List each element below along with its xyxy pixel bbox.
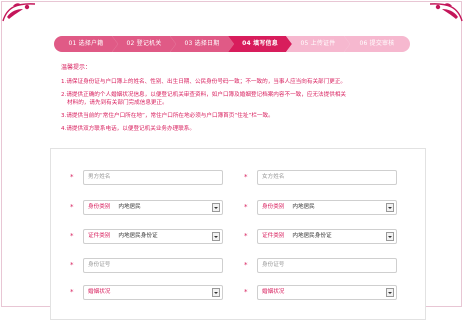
notice-item-4: 4.请提供双方联系电话，以便登记机关业务办理联系。 [61, 126, 195, 132]
notice-title: 温馨提示： [61, 64, 92, 71]
required-mark: * [244, 232, 248, 240]
chevron-down-icon[interactable] [212, 203, 220, 212]
male-marital-status-select[interactable]: 婚姻状况 [83, 285, 223, 300]
step-upload-documents[interactable]: 05 上传证件 [286, 36, 350, 52]
required-mark: * [70, 173, 74, 181]
step-choose-date[interactable]: 03 选择日期 [170, 36, 234, 52]
male-name-field[interactable]: 男方姓名 [83, 170, 223, 185]
form-row-id-type: * 身份类别 内地居民 * 身份类别 内地居民 [51, 200, 425, 216]
female-cert-type-select[interactable]: 证件类别 内地居民身份证 [257, 229, 397, 244]
step-registry-office[interactable]: 02 登记机关 [112, 36, 176, 52]
male-id-type-select[interactable]: 身份类别 内地居民 [83, 200, 223, 215]
form-row-cert-type: * 证件类别 内地居民身份证 * 证件类别 内地居民身份证 [51, 229, 425, 245]
female-name-field[interactable]: 女方姓名 [257, 170, 397, 185]
corner-ornament-right [429, 3, 463, 22]
form-row-name: * 男方姓名 * 女方姓名 [51, 170, 425, 186]
female-id-number-field[interactable]: 身份证号 [257, 258, 397, 273]
required-mark: * [70, 203, 74, 211]
notice-item-2: 2.请提供正确的个人婚姻状况信息，以便登记机关审查资料，如户口簿及婚姻登记档案内… [61, 91, 421, 107]
step-fill-info[interactable]: 04 填写信息 [228, 36, 292, 52]
female-id-type-select[interactable]: 身份类别 内地居民 [257, 200, 397, 215]
chevron-down-icon[interactable] [212, 288, 220, 297]
required-mark: * [244, 288, 248, 296]
chevron-down-icon[interactable] [212, 232, 220, 241]
required-mark: * [70, 261, 74, 269]
step-choose-household[interactable]: 01 选择户籍 [54, 36, 118, 52]
notice-section: 温馨提示： 1.请保证身份证与户口簿上的姓名、性别、出生日期、公民身份号码一致；… [61, 62, 421, 138]
corner-ornament-left [2, 3, 36, 22]
form-row-cert-number: * 身份证号 * 身份证号 [51, 258, 425, 274]
female-marital-status-select[interactable]: 婚姻状况 [257, 285, 397, 300]
required-mark: * [70, 288, 74, 296]
male-id-number-field[interactable]: 身份证号 [83, 258, 223, 273]
required-mark: * [244, 173, 248, 181]
required-mark: * [244, 261, 248, 269]
male-cert-type-select[interactable]: 证件类别 内地居民身份证 [83, 229, 223, 244]
form-row-marital-status: * 婚姻状况 * 婚姻状况 [51, 285, 425, 301]
notice-item-3: 3.请提供当前的“常住户口所在地”，常住户口所在地必须与户口簿首页“住址”栏一致… [61, 113, 274, 119]
step-progress-bar: 01 选择户籍 02 登记机关 03 选择日期 04 填写信息 05 上传证件 … [54, 36, 410, 52]
required-mark: * [244, 203, 248, 211]
step-submit-review[interactable]: 06 提交审核 [344, 36, 410, 52]
required-mark: * [70, 232, 74, 240]
chevron-down-icon[interactable] [386, 203, 394, 212]
registration-form: * 男方姓名 * 女方姓名 * 身份类别内地居民 * 身份类别内地居民 * [50, 148, 426, 320]
notice-item-2-continued: 材料的，请先到有关部门完成信息更正。 [67, 100, 168, 106]
chevron-down-icon[interactable] [386, 232, 394, 241]
chevron-down-icon[interactable] [386, 288, 394, 297]
notice-item-1: 1.请保证身份证与户口簿上的姓名、性别、出生日期、公民身份号码一致；不一致的，当… [61, 79, 347, 85]
